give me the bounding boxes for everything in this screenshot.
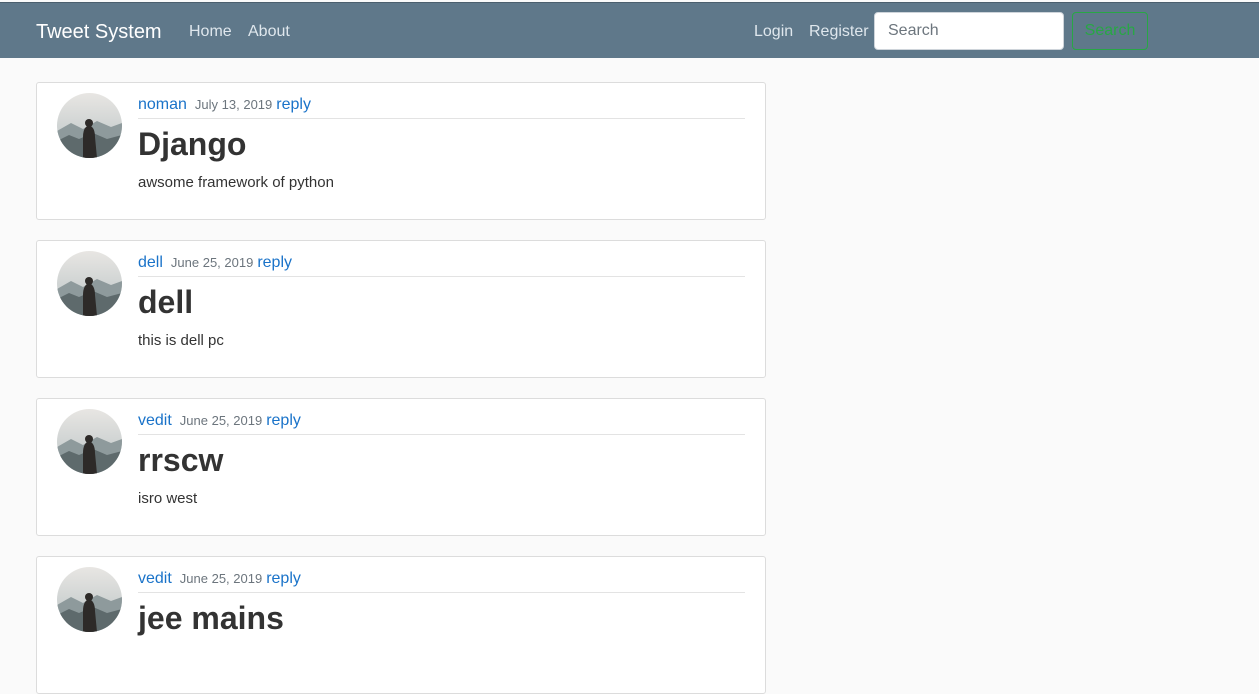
tweet-meta: vedit June 25, 2019 reply bbox=[138, 412, 745, 435]
tweet-date: June 25, 2019 bbox=[170, 255, 254, 270]
tweet-title: Django bbox=[138, 126, 247, 162]
nav-register-link[interactable]: Register bbox=[809, 22, 869, 42]
tweet-author-link[interactable]: vedit bbox=[138, 412, 172, 429]
tweet-meta: dell June 25, 2019 reply bbox=[138, 254, 745, 277]
tweet-meta: noman July 13, 2019 reply bbox=[138, 96, 745, 119]
tweet-body: isro west bbox=[138, 490, 198, 507]
tweet-title: jee mains bbox=[138, 600, 284, 636]
tweet-author-link[interactable]: noman bbox=[138, 96, 187, 113]
tweet-card: dell June 25, 2019 reply dell this is dell… bbox=[36, 240, 766, 378]
brand-link[interactable]: Tweet System bbox=[36, 20, 162, 44]
tweet-body: this is dell pc bbox=[138, 332, 224, 349]
search-button[interactable]: Search bbox=[1072, 12, 1148, 50]
nav-about-link[interactable]: About bbox=[248, 22, 290, 42]
avatar-icon[interactable] bbox=[57, 251, 122, 316]
tweet-title: dell bbox=[138, 284, 194, 320]
tweet-title: rrscw bbox=[138, 442, 224, 478]
tweet-card: vedit June 25, 2019 reply rrscw isro west bbox=[36, 398, 766, 536]
avatar-icon[interactable] bbox=[57, 567, 122, 632]
nav-login-link[interactable]: Login bbox=[754, 22, 793, 42]
tweet-body: awsome framework of python bbox=[138, 174, 334, 191]
avatar-icon[interactable] bbox=[57, 409, 122, 474]
reply-link[interactable]: reply bbox=[257, 254, 292, 271]
tweet-date: June 25, 2019 bbox=[179, 571, 263, 586]
tweet-author-link[interactable]: dell bbox=[138, 254, 163, 271]
tweet-date: July 13, 2019 bbox=[194, 97, 273, 112]
reply-link[interactable]: reply bbox=[266, 570, 301, 587]
tweet-meta: vedit June 25, 2019 reply bbox=[138, 570, 745, 593]
tweet-date: June 25, 2019 bbox=[179, 413, 263, 428]
top-navbar: Tweet System Home About Login Register S… bbox=[0, 2, 1259, 58]
tweet-author-link[interactable]: vedit bbox=[138, 570, 172, 587]
reply-link[interactable]: reply bbox=[266, 412, 301, 429]
avatar-icon[interactable] bbox=[57, 93, 122, 158]
search-input[interactable] bbox=[874, 12, 1064, 50]
nav-home-link[interactable]: Home bbox=[189, 22, 232, 42]
tweet-card: vedit June 25, 2019 reply jee mains bbox=[36, 556, 766, 694]
reply-link[interactable]: reply bbox=[276, 96, 311, 113]
tweet-card: noman July 13, 2019 reply Django awsome fr… bbox=[36, 82, 766, 220]
